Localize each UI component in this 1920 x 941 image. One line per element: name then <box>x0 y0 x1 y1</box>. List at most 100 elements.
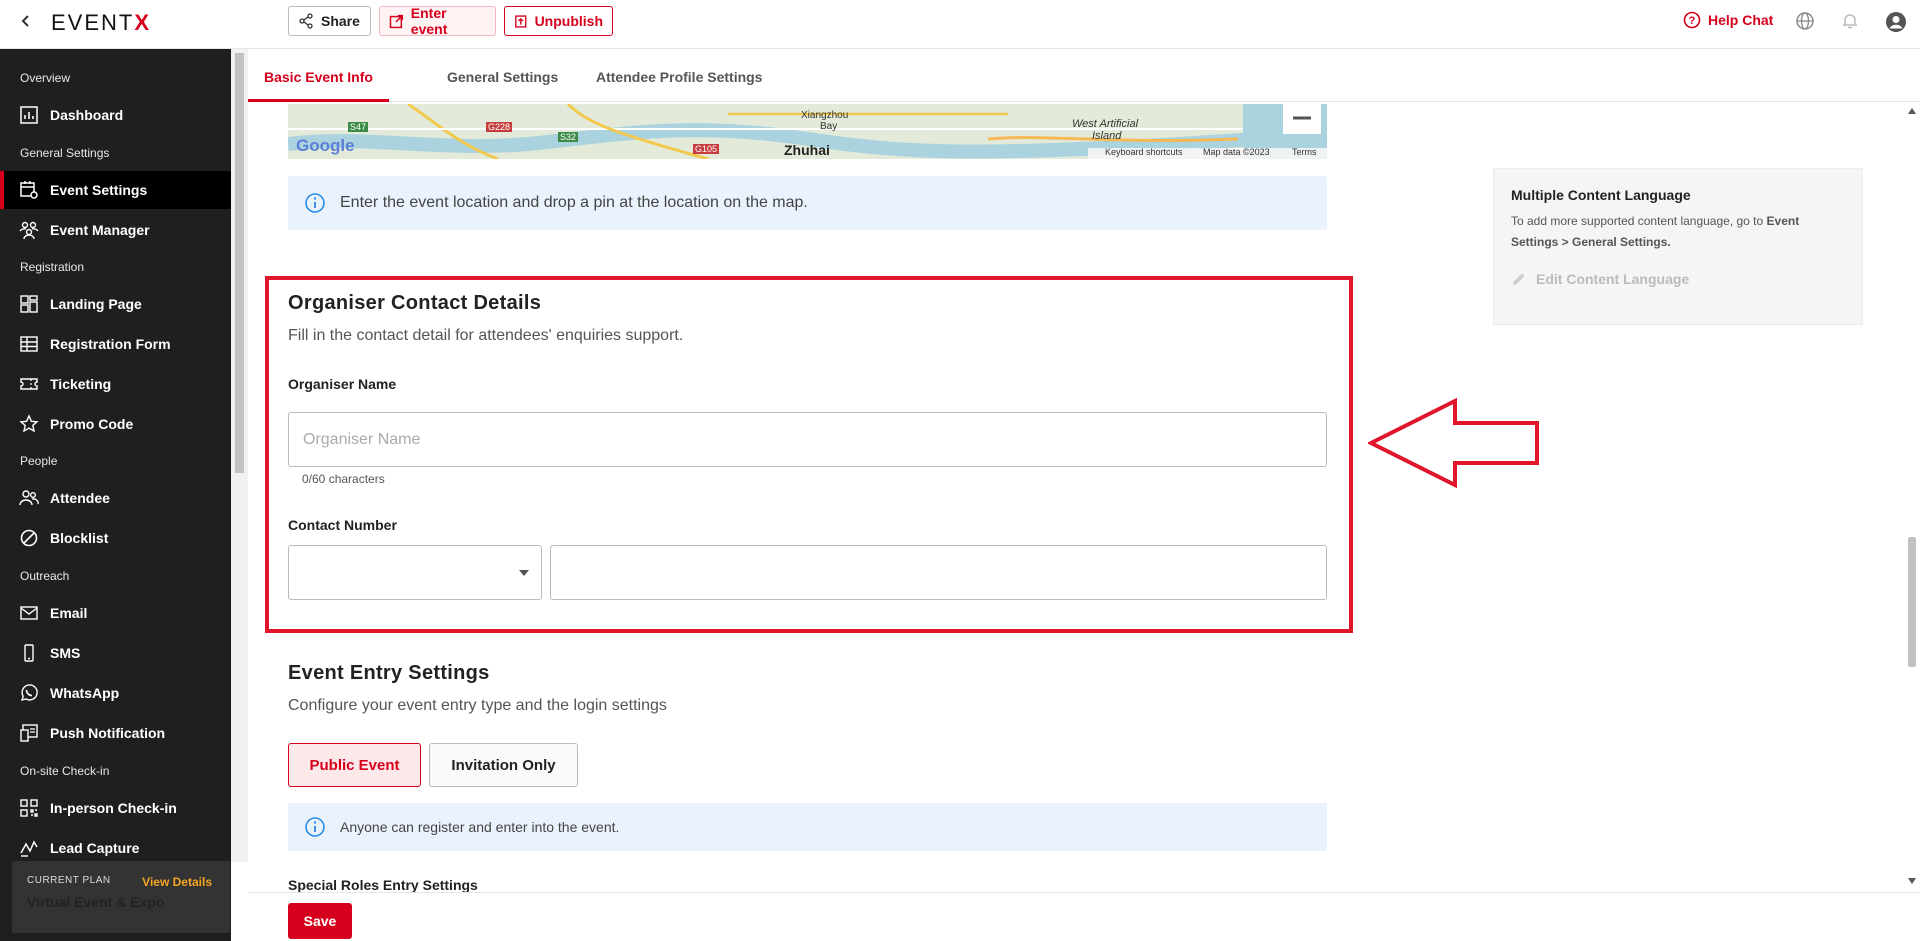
info-icon <box>305 817 325 837</box>
current-plan-card: CURRENT PLAN View Details Virtual Event … <box>12 861 230 933</box>
map-zoom-out-button[interactable] <box>1283 104 1321 134</box>
highlight-box <box>265 276 1353 633</box>
map-label-west-artificial: West Artificial <box>1072 118 1139 130</box>
sidebar-item-registration-form[interactable]: Registration Form <box>0 325 231 363</box>
sidebar-item-ticketing[interactable]: Ticketing <box>0 365 231 403</box>
sidebar-label: Dashboard <box>50 107 124 123</box>
sidebar-item-attendee[interactable]: Attendee <box>0 479 231 517</box>
sidebar-label: Ticketing <box>50 376 112 392</box>
sidebar-label: Attendee <box>50 490 110 506</box>
sidebar-item-blocklist[interactable]: Blocklist <box>0 519 231 557</box>
sidebar-label: Email <box>50 605 88 621</box>
dashboard-icon <box>20 106 38 124</box>
map-route-s32: S32 <box>558 132 579 142</box>
sidebar-item-push-notification[interactable]: Push Notification <box>0 714 231 752</box>
group-registration: Registration <box>20 260 85 274</box>
sidebar-label: Event Manager <box>50 222 150 238</box>
entry-section-subtitle: Configure your event entry type and the … <box>288 697 667 714</box>
globe-icon[interactable] <box>1795 11 1815 31</box>
public-event-option[interactable]: Public Event <box>288 743 421 787</box>
mail-icon <box>20 606 38 620</box>
svg-text:?: ? <box>1689 15 1696 27</box>
back-arrow-icon[interactable] <box>20 12 32 33</box>
save-button[interactable]: Save <box>288 903 352 939</box>
whatsapp-icon <box>20 684 38 701</box>
entry-info-text: Anyone can register and enter into the e… <box>340 819 620 835</box>
group-overview: Overview <box>20 71 71 85</box>
sidebar-label: Event Settings <box>50 182 148 198</box>
phone-icon <box>24 644 34 662</box>
user-avatar-icon[interactable] <box>1885 11 1906 32</box>
ticket-icon <box>20 378 38 390</box>
sidebar-item-promo-code[interactable]: Promo Code <box>0 405 231 443</box>
map-label-zhuhai: Zhuhai <box>784 142 830 158</box>
sidebar-item-landing-page[interactable]: Landing Page <box>0 285 231 323</box>
bell-icon[interactable] <box>1840 11 1860 31</box>
eventx-logo: EVENTX <box>51 10 152 35</box>
tab-attendee-profile-settings[interactable]: Attendee Profile Settings <box>596 69 762 102</box>
sidebar-scrollbar-thumb[interactable] <box>235 53 244 473</box>
info-icon <box>305 193 325 213</box>
map-terms-link[interactable]: Terms <box>1292 147 1317 157</box>
layout-icon <box>20 295 38 313</box>
entry-section-title: Event Entry Settings <box>288 662 490 684</box>
map-data-credit: Map data ©2023 <box>1203 147 1270 157</box>
map-keyboard-shortcuts[interactable]: Keyboard shortcuts <box>1105 147 1183 157</box>
invitation-only-option[interactable]: Invitation Only <box>429 743 578 787</box>
sidebar-label: Push Notification <box>50 725 166 741</box>
special-roles-label: Special Roles Entry Settings <box>288 877 478 893</box>
tab-basic-event-info[interactable]: Basic Event Info <box>248 69 389 102</box>
view-details-link[interactable]: View Details <box>142 875 212 889</box>
sidebar-scrollbar[interactable] <box>231 49 248 862</box>
scroll-down-icon[interactable] <box>1908 878 1916 884</box>
sidebar-item-email[interactable]: Email <box>0 594 231 632</box>
sidebar-label: WhatsApp <box>50 685 120 701</box>
entry-info-banner: Anyone can register and enter into the e… <box>288 803 1327 851</box>
sidebar-item-dashboard[interactable]: Dashboard <box>0 96 231 134</box>
sidebar-label: Registration Form <box>50 336 171 352</box>
calendar-gear-icon <box>20 181 38 199</box>
location-map[interactable]: Google Xiangzhou Bay Zhuhai West Artific… <box>288 104 1327 159</box>
share-icon <box>299 13 313 29</box>
share-label: Share <box>321 13 360 29</box>
notification-screen-icon <box>20 724 38 742</box>
table-icon <box>20 336 38 352</box>
content-language-title: Multiple Content Language <box>1511 187 1691 203</box>
location-info-banner: Enter the event location and drop a pin … <box>288 176 1327 230</box>
share-button[interactable]: Share <box>288 6 371 36</box>
main-scrollbar-thumb[interactable] <box>1908 537 1916 667</box>
sidebar-label: Lead Capture <box>50 840 140 856</box>
enter-event-button[interactable]: Enter event <box>379 5 496 37</box>
sidebar-label: Promo Code <box>50 416 134 432</box>
sidebar-item-event-manager[interactable]: Event Manager <box>0 211 231 249</box>
enter-event-label: Enter event <box>410 5 448 37</box>
block-icon <box>20 529 38 547</box>
edit-content-language-label: Edit Content Language <box>1536 271 1690 287</box>
unpublish-label: Unpublish <box>534 13 603 29</box>
map-route-g105: G105 <box>693 144 720 154</box>
sidebar-item-inperson-checkin[interactable]: In-person Check-in <box>0 789 231 827</box>
google-logo: Google <box>296 136 355 155</box>
scroll-up-icon[interactable] <box>1908 108 1916 114</box>
help-chat-button[interactable]: ? Help Chat <box>1683 11 1773 29</box>
map-route-s47: S47 <box>348 122 369 132</box>
tab-general-settings[interactable]: General Settings <box>447 69 558 102</box>
users-icon <box>19 490 39 506</box>
location-info-text: Enter the event location and drop a pin … <box>340 194 808 211</box>
help-chat-label: Help Chat <box>1708 12 1774 28</box>
unpublish-button[interactable]: Unpublish <box>504 6 613 36</box>
sidebar-item-sms[interactable]: SMS <box>0 634 231 672</box>
main-scrollbar[interactable] <box>1903 104 1920 892</box>
external-link-icon <box>389 14 404 28</box>
team-icon <box>19 221 39 240</box>
pencil-icon <box>1513 273 1525 285</box>
map-label-xiangzhou: Xiangzhou <box>801 110 849 121</box>
sidebar-label: Landing Page <box>50 296 142 312</box>
upload-icon <box>515 14 527 28</box>
top-bar: EVENTX Share Enter event Unpublish ? Hel… <box>0 0 1920 49</box>
sidebar-item-whatsapp[interactable]: WhatsApp <box>0 674 231 712</box>
plan-name: Virtual Event & Expo <box>27 894 165 910</box>
sidebar-item-event-settings[interactable]: Event Settings <box>0 171 231 209</box>
sidebar-label: In-person Check-in <box>50 800 177 816</box>
edit-content-language-button[interactable]: Edit Content Language <box>1511 271 1845 287</box>
